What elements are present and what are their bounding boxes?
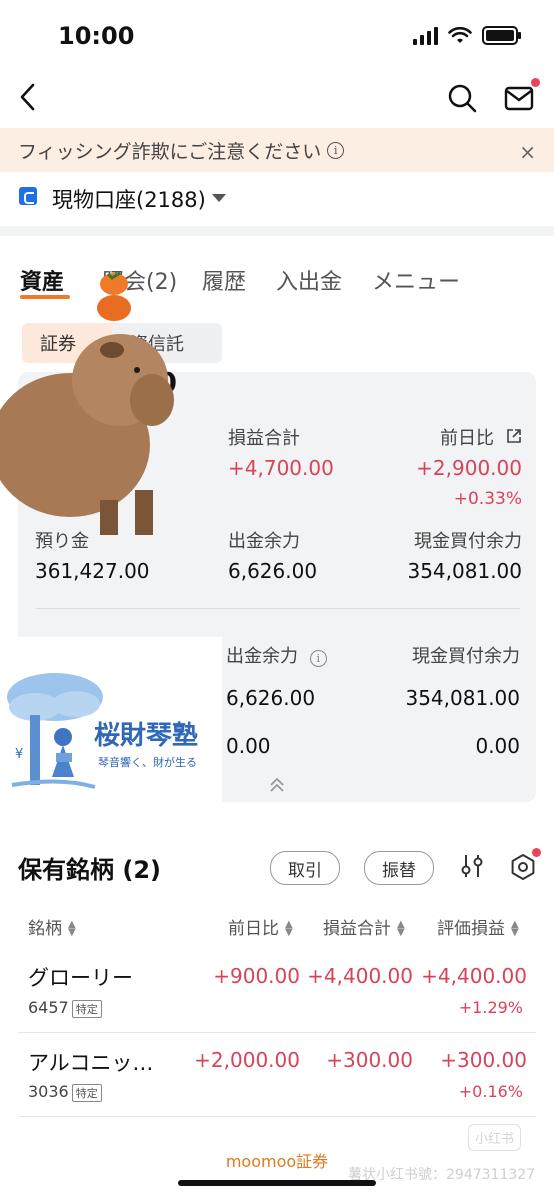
svg-text:¥: ¥ (15, 747, 23, 762)
day-change-label: 前日比 (440, 428, 494, 449)
holding-code: 6457 (28, 998, 69, 1017)
pnl-total-value: +4,700.00 (228, 456, 334, 480)
day-change-value: +2,900.00 (416, 456, 522, 480)
search-icon[interactable] (446, 82, 478, 114)
holding-pnl-total: +4,400.00 (307, 964, 413, 988)
col-header-name-label: 銘柄 (28, 919, 62, 939)
account-selector[interactable]: 現物口座(2188) (52, 184, 206, 214)
holding-name: グローリー (28, 966, 133, 990)
col-header-pnl-total-label: 損益合計 (323, 919, 391, 939)
gear-icon[interactable] (509, 853, 537, 881)
deposit-value: 361,427.00 (35, 559, 150, 583)
holdings-title: 保有銘柄 (2) (18, 856, 161, 884)
status-icons (413, 26, 521, 45)
col-header-day-change-label: 前日比 (228, 919, 279, 939)
detail-cash-buying-label: 現金買付余力 (412, 646, 520, 667)
filter-sliders-icon[interactable] (458, 852, 486, 880)
settings-notification-dot (532, 848, 541, 857)
detail-withdrawable-value: 6,626.00 (226, 686, 316, 710)
holding-name: アルコニッ… (28, 1051, 154, 1075)
holding-day-change: +2,000.00 (194, 1048, 300, 1072)
holding-code-line: 3036 特定 (28, 1082, 102, 1102)
trade-button[interactable]: 取引 (270, 851, 340, 885)
holding-eval-pct: +1.29% (458, 998, 523, 1017)
back-arrow-icon[interactable] (14, 82, 44, 112)
mail-icon[interactable] (504, 84, 536, 112)
holding-eval-pnl: +300.00 (440, 1048, 527, 1072)
tab-deposit-withdraw[interactable]: 入出金 (276, 264, 342, 296)
phishing-warning-banner[interactable]: フィッシング詐欺にご注意ください i (0, 128, 554, 172)
collapse-chevron-icon[interactable] (268, 776, 286, 794)
account-type-tag: 特定 (71, 1083, 102, 1102)
detail-withdrawable-label: 出金余力 i (226, 642, 327, 668)
caret-down-icon[interactable] (212, 194, 226, 202)
withdrawable-label: 出金余力 (228, 531, 300, 552)
holding-code: 3036 (28, 1082, 69, 1101)
col-header-eval-pnl-label: 評価損益 (437, 919, 505, 939)
row-divider (18, 1032, 536, 1033)
watermark-text: 薯状小红书號：2947311327 (348, 1167, 536, 1183)
battery-icon (482, 26, 521, 45)
info-icon[interactable]: i (327, 141, 345, 159)
sort-icon: ▲ ▼ (397, 919, 405, 938)
holding-eval-pnl: +4,400.00 (421, 964, 527, 988)
cash-buying-value: 354,081.00 (407, 559, 522, 583)
col-header-day-change[interactable]: 前日比 ▲ ▼ (228, 914, 293, 939)
holding-day-change: +900.00 (213, 964, 300, 988)
cash-buying-label: 現金買付余力 (414, 531, 522, 552)
status-time: 10:00 (58, 22, 135, 50)
sort-icon: ▲ ▼ (285, 919, 293, 938)
row-divider (18, 1116, 536, 1117)
section-divider (0, 226, 554, 236)
detail-row2-right: 0.00 (475, 734, 520, 758)
holding-pnl-total: +300.00 (326, 1048, 413, 1072)
wifi-icon (448, 26, 472, 43)
notification-dot (531, 78, 540, 87)
home-indicator[interactable] (178, 1180, 376, 1186)
banner-text: フィッシング詐欺にご注意ください (18, 140, 322, 163)
card-divider (36, 608, 520, 609)
detail-cash-buying-value: 354,081.00 (405, 686, 520, 710)
sort-icon: ▲ ▼ (68, 919, 76, 938)
detail-row2-left: 0.00 (226, 734, 271, 758)
transfer-button[interactable]: 振替 (364, 851, 434, 885)
tab-menu[interactable]: メニュー (372, 264, 460, 296)
sort-icon: ▲ ▼ (511, 919, 519, 938)
holding-code-line: 6457 特定 (28, 998, 102, 1018)
account-type-tag: 特定 (71, 999, 102, 1018)
col-header-name[interactable]: 銘柄 ▲ ▼ (28, 914, 76, 939)
logo-title: 桜財琴塾 (94, 721, 199, 751)
day-change-pct: +0.33% (453, 489, 522, 509)
sakura-logo: ¥ 桜財琴塾 琴音響く、財が生る (0, 637, 222, 802)
logo-subtitle: 琴音響く、財が生る (98, 756, 197, 769)
signal-icon (413, 26, 438, 45)
holding-eval-pct: +0.16% (458, 1082, 523, 1101)
withdrawable-value: 6,626.00 (228, 559, 318, 583)
detail-withdrawable-text: 出金余力 (226, 646, 298, 667)
col-header-pnl-total[interactable]: 損益合計 ▲ ▼ (323, 914, 405, 939)
col-header-eval-pnl[interactable]: 評価損益 ▲ ▼ (437, 914, 519, 939)
watermark-badge: 小红书 (468, 1124, 522, 1151)
capybara-sticker (0, 271, 174, 535)
close-icon[interactable]: × (519, 140, 536, 164)
account-icon (19, 187, 37, 205)
pnl-total-label: 損益合計 (228, 428, 300, 449)
tab-history[interactable]: 履歴 (202, 264, 246, 296)
info-icon[interactable]: i (309, 650, 327, 667)
share-icon[interactable] (506, 428, 522, 444)
